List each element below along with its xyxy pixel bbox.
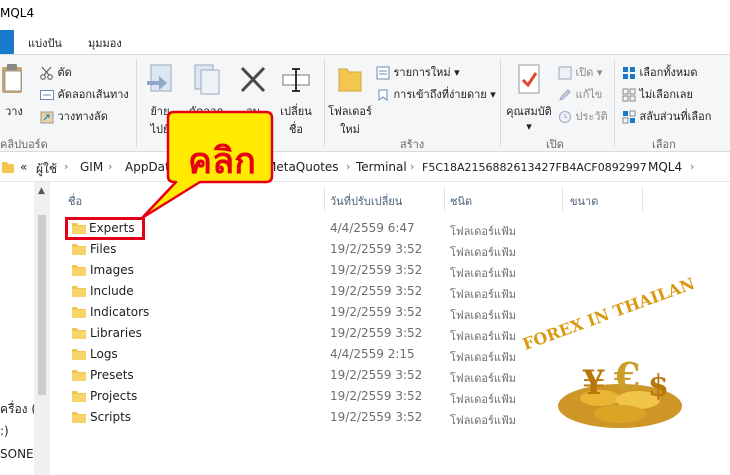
callout-click-label: คลิก [188, 141, 256, 182]
svg-text:¥: ¥ [582, 363, 606, 403]
svg-text:€: € [613, 354, 640, 399]
svg-text:$: $ [648, 369, 669, 404]
